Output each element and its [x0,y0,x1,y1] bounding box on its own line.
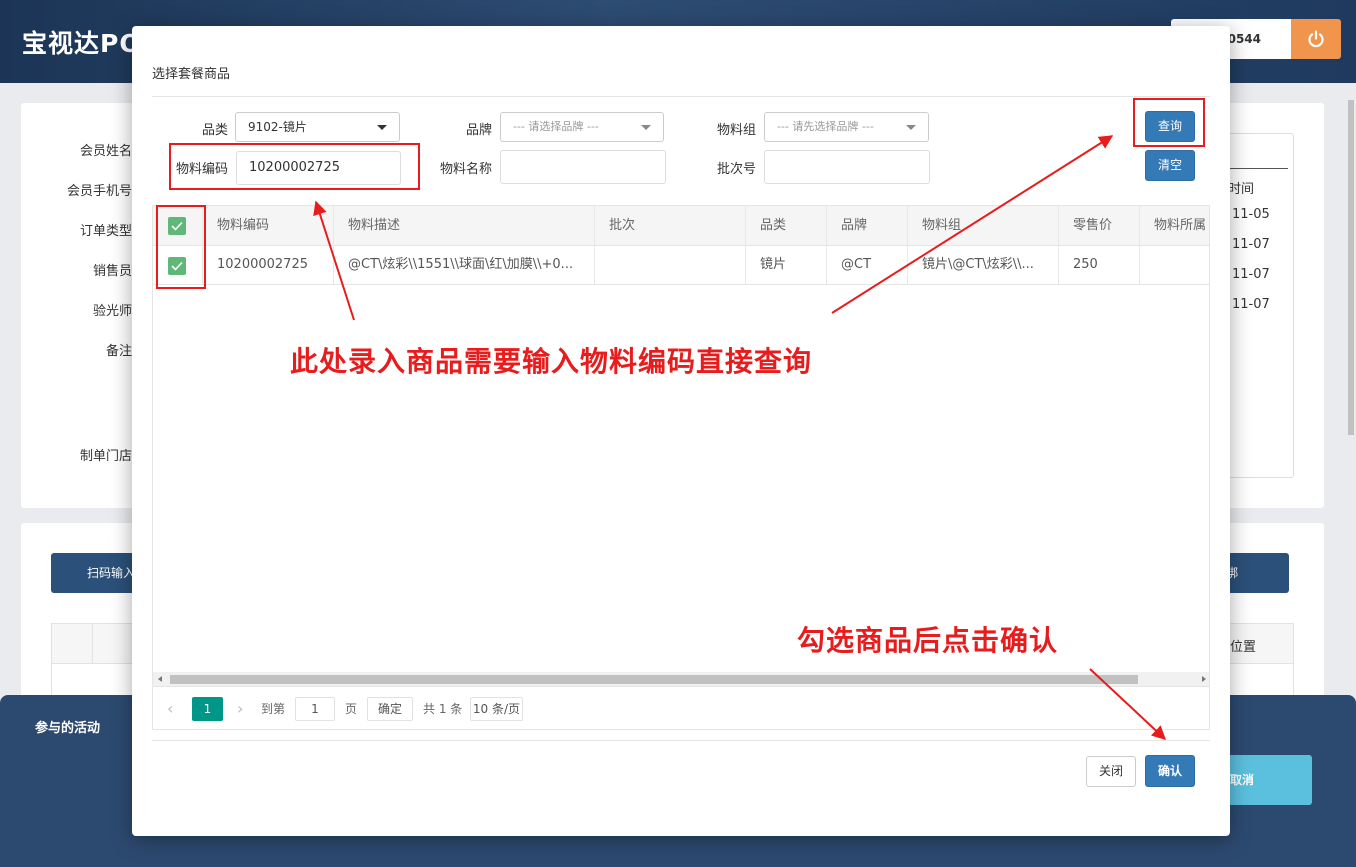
material-group-select[interactable]: --- 请先选择品牌 --- [764,112,929,142]
annotation-confirm-note: 勾选商品后点击确认 [797,624,1059,657]
label-salesperson: 销售员 [92,264,132,279]
col-batch[interactable]: 批次 [595,206,746,245]
query-button-highlight [1133,98,1205,147]
col-material-group[interactable]: 物料组 [908,206,1059,245]
col-retail-price[interactable]: 零售价 [1059,206,1140,245]
label-store: 制单门店 [79,449,132,464]
material-code-highlight [169,143,420,190]
col-material-code[interactable]: 物料编码 [203,206,334,245]
col-material-desc[interactable]: 物料描述 [334,206,595,245]
brand-select[interactable]: --- 请选择品牌 --- [500,112,664,142]
batch-input[interactable] [764,150,930,184]
page-scrollbar-thumb[interactable] [1348,100,1354,435]
goto-confirm-button[interactable]: 确定 [367,697,413,721]
pagination: ‹ 1 › 到第 1 页 确定 共 1 条 10 条/页 [153,686,1209,729]
scan-input-button[interactable]: 扫码输入 [51,553,141,593]
logout-button[interactable] [1291,19,1341,59]
material-group-placeholder: --- 请先选择品牌 --- [777,120,874,133]
material-name-label: 物料名称 [439,162,492,177]
close-button[interactable]: 关闭 [1086,756,1136,787]
confirm-button[interactable]: 确认 [1145,755,1195,787]
category-select[interactable]: 9102-镜片 [235,112,400,142]
clear-button[interactable]: 清空 [1145,150,1195,181]
cell-material-group: 镜片\@CT\炫彩\\... [908,246,1059,284]
label-member-phone: 会员手机号 [66,184,132,199]
table-divider [92,624,93,664]
col-category[interactable]: 品类 [746,206,827,245]
label-member-name: 会员姓名 [79,144,132,159]
modal-title: 选择套餐商品 [152,67,231,82]
brand-label: 品牌 [465,123,492,138]
annotation-main-note: 此处录入商品需要输入物料编码直接查询 [290,345,813,378]
scroll-right-icon[interactable] [1202,676,1206,682]
chevron-down-icon [641,125,651,130]
col-brand[interactable]: 品牌 [827,206,908,245]
history-date: 11-07 [1232,237,1270,252]
table-row[interactable]: 10200002725 @CT\炫彩\\1551\\球面\红\加膜\\+0...… [153,246,1209,285]
prev-page-icon[interactable]: ‹ [167,697,173,721]
page-1-button[interactable]: 1 [192,697,223,721]
cell-brand: @CT [827,246,908,284]
history-date: 11-07 [1232,267,1270,282]
next-page-icon[interactable]: › [237,697,243,721]
category-value: 9102-镜片 [248,120,307,134]
cell-material-owner [1140,246,1209,284]
grid-header: 物料编码 物料描述 批次 品类 品牌 物料组 零售价 物料所属 [153,206,1209,246]
horizontal-scrollbar-thumb[interactable] [170,675,1138,684]
batch-label: 批次号 [716,162,756,177]
activity-label: 参与的活动 [35,721,101,736]
cell-batch [595,246,746,284]
col-material-owner[interactable]: 物料所属 [1140,206,1209,245]
chevron-down-icon [377,125,387,130]
history-date: 11-05 [1232,207,1270,222]
chevron-down-icon [906,125,916,130]
label-order-type: 订单类型 [79,224,132,239]
goto-label: 到第 [261,702,286,716]
modal-footer-divider [152,740,1210,741]
total-count: 共 1 条 [423,702,463,716]
history-header: 时间 [1228,182,1255,197]
cell-material-code: 10200002725 [203,246,334,284]
goto-page-input[interactable]: 1 [295,697,335,721]
horizontal-scrollbar[interactable] [153,672,1209,686]
modal-divider [152,96,1210,97]
page-size-select[interactable]: 10 条/页 [470,697,523,721]
position-column: 位置 [1230,640,1257,655]
page-unit-label: 页 [345,702,358,716]
material-group-label: 物料组 [716,123,756,138]
cell-material-desc: @CT\炫彩\\1551\\球面\红\加膜\\+0... [334,246,595,284]
history-date: 11-07 [1232,297,1270,312]
cell-category: 镜片 [746,246,827,284]
checkbox-highlight [156,205,206,289]
category-label: 品类 [201,123,228,138]
brand-placeholder: --- 请选择品牌 --- [513,120,599,133]
scroll-left-icon[interactable] [158,676,162,682]
label-optometrist: 验光师 [92,304,132,319]
power-icon [1308,30,1324,48]
label-remark: 备注 [105,344,132,359]
cell-retail-price: 250 [1059,246,1140,284]
material-name-input[interactable] [500,150,666,184]
